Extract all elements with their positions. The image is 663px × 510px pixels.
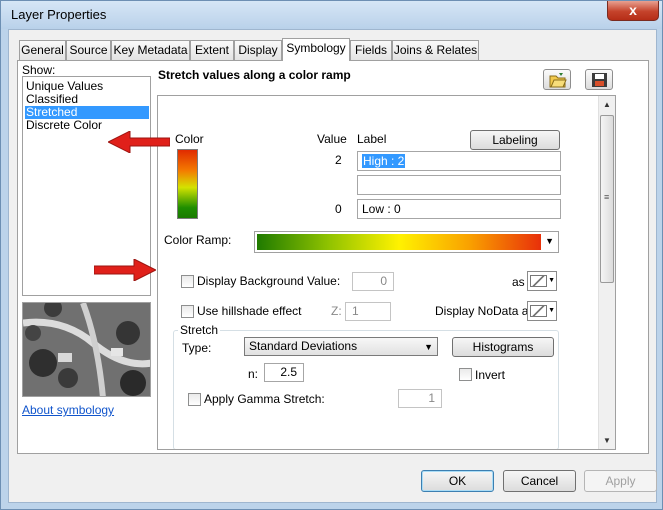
scroll-up-icon[interactable]: ▲ xyxy=(603,100,611,109)
close-button[interactable]: x xyxy=(607,1,659,21)
save-button[interactable] xyxy=(585,69,613,90)
stretch-type-value: Standard Deviations xyxy=(249,339,358,353)
scrollbar-thumb[interactable]: ≡ xyxy=(600,115,614,283)
chevron-down-icon: ▼ xyxy=(424,342,433,352)
aerial-photo-thumbnail xyxy=(23,303,150,396)
background-value-field[interactable]: 0 xyxy=(352,272,394,291)
color-ramp-label: Color Ramp: xyxy=(164,233,232,247)
symbology-panel: Show: Unique Values Classified Stretched… xyxy=(17,60,649,454)
tab-extent[interactable]: Extent xyxy=(190,40,234,60)
color-ramp-dropdown[interactable]: ▼ xyxy=(254,231,559,253)
gamma-stretch-label: Apply Gamma Stretch: xyxy=(204,392,325,406)
tab-label: Symbology xyxy=(286,41,346,55)
renderer-discrete-color[interactable]: Discrete Color xyxy=(25,119,103,132)
symbology-preview-image xyxy=(22,302,151,397)
save-disk-icon xyxy=(592,73,607,87)
red-annotation-arrow-icon xyxy=(108,131,170,153)
chevron-down-icon: ▼ xyxy=(545,236,554,246)
display-background-checkbox[interactable] xyxy=(181,275,194,288)
middle-label-field[interactable] xyxy=(357,175,561,195)
display-background-label: Display Background Value: xyxy=(197,274,341,288)
tab-fields[interactable]: Fields xyxy=(350,40,392,60)
invert-checkbox[interactable] xyxy=(459,368,472,381)
no-color-swatch-icon xyxy=(530,275,547,287)
tab-key-metadata[interactable]: Key Metadata xyxy=(111,40,190,60)
low-label-field[interactable]: Low : 0 xyxy=(357,199,561,219)
gamma-stretch-checkbox[interactable] xyxy=(188,393,201,406)
tab-label: Fields xyxy=(354,43,387,57)
hillshade-checkbox[interactable] xyxy=(181,305,194,318)
z-label: Z: xyxy=(331,304,342,318)
tab-label: General xyxy=(21,43,64,57)
high-label-field[interactable]: High : 2 xyxy=(357,151,561,171)
label-header: Label xyxy=(357,132,387,146)
vertical-scrollbar[interactable]: ▲ ≡ ▼ xyxy=(598,96,615,449)
ok-button[interactable]: OK xyxy=(421,470,494,492)
import-button[interactable] xyxy=(543,69,571,90)
red-annotation-arrow-icon xyxy=(94,259,156,281)
gamma-value-field[interactable]: 1 xyxy=(398,389,442,408)
as-label: as xyxy=(512,275,525,289)
chevron-down-icon: ▼ xyxy=(548,277,555,284)
tab-label: Key Metadata xyxy=(113,43,188,57)
labeling-button[interactable]: Labeling xyxy=(470,130,560,150)
value-header: Value xyxy=(317,132,347,146)
chevron-down-icon: ▼ xyxy=(548,307,555,314)
histograms-button[interactable]: Histograms xyxy=(452,337,554,357)
dialog-client: General Source Key Metadata Extent Displ… xyxy=(8,29,657,503)
n-value-field[interactable]: 2.5 xyxy=(264,363,304,382)
color-header: Color xyxy=(175,132,204,146)
grip-icon: ≡ xyxy=(604,192,610,202)
hillshade-label: Use hillshade effect xyxy=(197,304,302,318)
nodata-color-picker[interactable]: ▼ xyxy=(527,301,557,321)
tab-display[interactable]: Display xyxy=(234,40,282,60)
low-value: 0 xyxy=(335,202,342,216)
tab-label: Joins & Relates xyxy=(393,43,478,57)
background-color-picker[interactable]: ▼ xyxy=(527,271,557,291)
type-label: Type: xyxy=(182,341,212,355)
close-icon: x xyxy=(629,2,637,18)
apply-button[interactable]: Apply xyxy=(584,470,657,492)
high-label-text: High : 2 xyxy=(362,154,406,168)
about-symbology-link[interactable]: About symbology xyxy=(22,403,114,417)
no-color-swatch-icon xyxy=(530,305,547,317)
window-title: Layer Properties xyxy=(11,7,107,22)
symbology-heading: Stretch values along a color ramp xyxy=(158,68,351,82)
open-folder-icon xyxy=(549,73,567,88)
title-bar[interactable]: Layer Properties x xyxy=(1,1,662,29)
tab-general[interactable]: General xyxy=(19,40,66,60)
invert-label: Invert xyxy=(475,368,506,382)
tab-joins-relates[interactable]: Joins & Relates xyxy=(392,40,479,60)
color-ramp-swatch[interactable] xyxy=(177,149,198,219)
stretch-type-select[interactable]: Standard Deviations ▼ xyxy=(244,337,438,356)
tab-symbology[interactable]: Symbology xyxy=(282,38,350,61)
tab-source[interactable]: Source xyxy=(66,40,111,60)
scroll-down-icon[interactable]: ▼ xyxy=(603,436,611,445)
nodata-label: Display NoData as xyxy=(435,304,535,318)
z-factor-field[interactable]: 1 xyxy=(345,302,391,321)
tab-label: Extent xyxy=(194,43,230,57)
tab-label: Source xyxy=(69,43,108,57)
n-label: n: xyxy=(248,367,259,381)
symbology-scroll-area[interactable]: Color Value Label Labeling 2 High : 2 0 … xyxy=(157,95,616,450)
cancel-button[interactable]: Cancel xyxy=(503,470,576,492)
layer-properties-window: Layer Properties x General Source Key Me… xyxy=(0,0,663,510)
color-ramp-gradient xyxy=(257,234,541,250)
high-value: 2 xyxy=(335,153,342,167)
show-label: Show: xyxy=(22,63,56,77)
tab-label: Display xyxy=(238,43,278,57)
stretch-group-title: Stretch xyxy=(178,323,221,337)
